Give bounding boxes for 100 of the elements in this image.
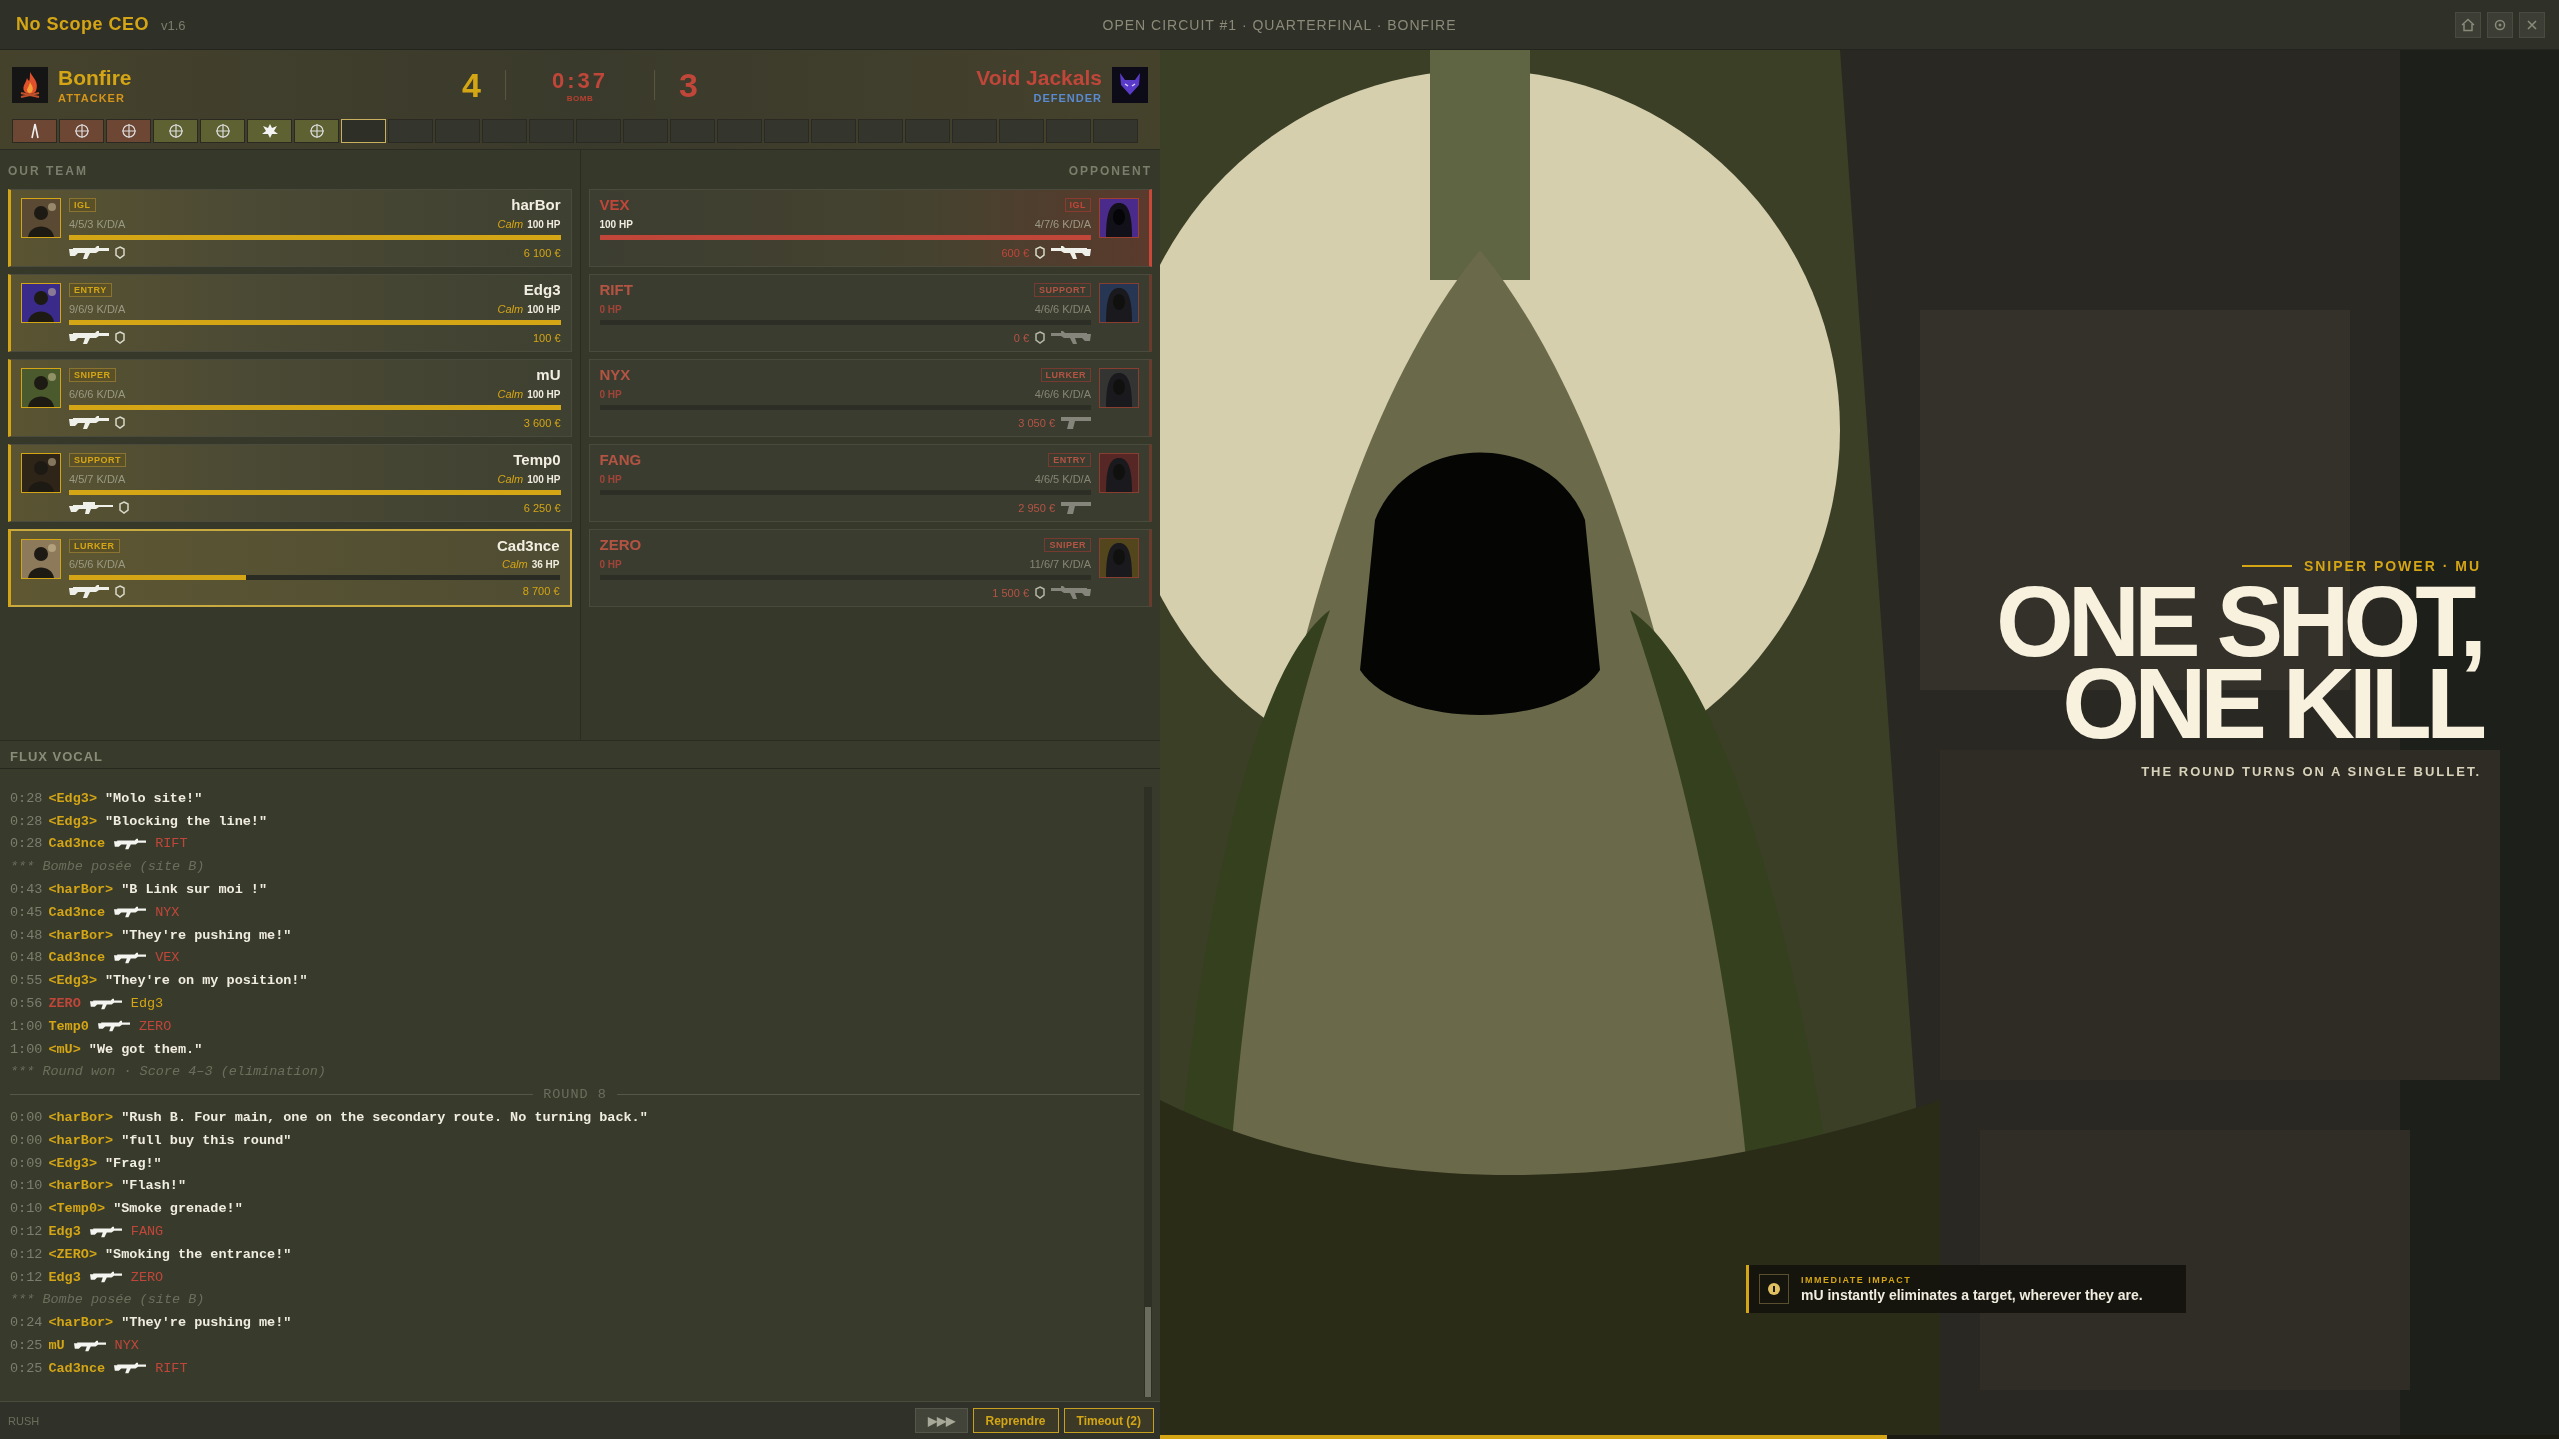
money-amount: 3 050 € xyxy=(1018,416,1055,429)
role-tag: SNIPER xyxy=(69,367,116,382)
victim-name: NYX xyxy=(155,904,180,920)
timestamp: 1:00 xyxy=(10,1018,43,1034)
speaker-name: <harBor> xyxy=(48,1315,114,1331)
section-heading: OUR TEAM xyxy=(8,164,88,178)
footer-button[interactable]: Reprendre xyxy=(972,1408,1059,1433)
hp-value: 36 HP xyxy=(531,559,560,571)
player-card[interactable]: ENTRY Edg3 9/6/9 K/D/A Calm 100 HP 100 € xyxy=(8,274,572,352)
rifle-icon xyxy=(88,1271,123,1284)
player-card[interactable]: SNIPER mU 6/6/6 K/D/A Calm 100 HP 3 600 € xyxy=(8,359,572,437)
footer-button[interactable]: Timeout (2) xyxy=(1063,1408,1154,1433)
player-name: Edg3 xyxy=(523,281,561,298)
player-name: Temp0 xyxy=(513,451,561,468)
flame-logo-icon xyxy=(12,67,48,103)
speaker-name: <harBor> xyxy=(48,1132,114,1148)
rifle-icon xyxy=(72,1339,107,1352)
settings-icon xyxy=(2493,17,2507,32)
wolf-logo-icon xyxy=(1112,67,1148,103)
hp-value: 100 HP xyxy=(527,219,561,230)
speaker-name: <ZERO> xyxy=(48,1246,97,1262)
hp-value: 0 HP xyxy=(599,558,622,570)
timestamp: 0:25 xyxy=(10,1338,43,1353)
round-timer: 0:37 xyxy=(551,67,608,94)
timestamp: 0:28 xyxy=(10,836,43,852)
hp-value: 100 HP xyxy=(599,218,633,230)
killer-name: Cad3nce xyxy=(48,836,106,852)
speaker-name: <harBor> xyxy=(48,1110,114,1126)
home-button[interactable] xyxy=(2455,11,2481,38)
pliers-icon xyxy=(29,123,40,139)
money-amount: 2 950 € xyxy=(1018,501,1055,514)
money-amount: 1 500 € xyxy=(992,586,1029,599)
money-amount: 3 600 € xyxy=(523,416,561,429)
rifle-icon xyxy=(88,1225,123,1238)
chat-message: "B Link sur moi !" xyxy=(121,882,268,898)
timestamp: 0:25 xyxy=(10,1360,43,1376)
player-card[interactable]: IGL harBor 4/5/3 K/D/A Calm 100 HP 6 100 € xyxy=(8,189,572,267)
rifle-icon xyxy=(113,838,148,850)
crosshair-icon xyxy=(73,123,90,139)
victim-name: ZERO xyxy=(138,1018,172,1034)
team-name: Void Jackals xyxy=(976,66,1102,90)
speaker-name: <Temp0> xyxy=(48,1201,106,1217)
hp-value: 0 HP xyxy=(599,303,622,315)
mood-label: Calm xyxy=(497,388,524,400)
player-card[interactable]: LURKER Cad3nce 6/5/6 K/D/A Calm 36 HP 8 700 € xyxy=(8,529,572,607)
killer-name: Temp0 xyxy=(48,1018,89,1034)
kda-stat: 4/5/3 K/D/A xyxy=(69,218,126,230)
victim-name: ZERO xyxy=(130,1269,164,1285)
chat-message: "They're pushing me!" xyxy=(121,927,292,943)
role-tag: IGL xyxy=(69,197,96,212)
role-tag: ENTRY xyxy=(69,282,112,297)
speaker-name: <harBor> xyxy=(48,927,114,943)
player-name: FANG xyxy=(599,451,642,468)
money-amount: 6 100 € xyxy=(523,246,561,259)
timestamp: 0:12 xyxy=(10,1224,43,1240)
rifle-icon xyxy=(69,584,109,599)
crosshair-icon xyxy=(214,123,231,139)
hp-value: 100 HP xyxy=(527,389,561,400)
section-heading: FLUX VOCAL xyxy=(10,749,104,764)
home-icon xyxy=(2461,17,2475,32)
kda-stat: 4/5/7 K/D/A xyxy=(69,473,126,485)
victim-name: VEX xyxy=(155,950,180,966)
role-tag: LURKER xyxy=(69,538,120,553)
footer-button[interactable]: ▶▶▶ xyxy=(914,1408,968,1433)
rifle-icon xyxy=(69,330,109,345)
money-amount: 100 € xyxy=(532,331,561,344)
scrollbar-thumb[interactable] xyxy=(1145,1307,1151,1397)
kda-stat: 6/6/6 K/D/A xyxy=(69,388,126,400)
power-tagline: THE ROUND TURNS ON A SINGLE BULLET. xyxy=(2141,764,2481,779)
round-phase: BOMB xyxy=(566,93,594,103)
close-button[interactable] xyxy=(2519,11,2545,38)
kda-stat: 4/6/6 K/D/A xyxy=(1034,303,1091,315)
impact-description: mU instantly eliminates a target, wherever they are. xyxy=(1801,1287,2143,1303)
impact-label: IMMEDIATE IMPACT xyxy=(1801,1275,1913,1285)
rifle-icon xyxy=(1051,330,1091,345)
rifle-icon xyxy=(113,1362,148,1375)
kda-stat: 11/6/7 K/D/A xyxy=(1029,558,1091,570)
app-title: No Scope CEO xyxy=(16,14,150,35)
role-tag: LURKER xyxy=(1040,367,1091,382)
timestamp: 0:00 xyxy=(10,1110,43,1126)
killer-name: Edg3 xyxy=(48,1224,81,1240)
info-icon xyxy=(1759,1274,1789,1304)
timestamp: 0:45 xyxy=(10,904,43,920)
player-card[interactable]: SUPPORT Temp0 4/5/7 K/D/A Calm 100 HP 6 250 € xyxy=(8,444,572,522)
timestamp: 0:12 xyxy=(10,1246,43,1262)
chat-message: "Smoke grenade!" xyxy=(113,1201,243,1217)
pistol-icon xyxy=(1061,500,1091,515)
hp-value: 100 HP xyxy=(527,304,561,315)
team-side: DEFENDER xyxy=(1033,92,1102,104)
killer-name: mU xyxy=(48,1338,65,1353)
app-version: v1.6 xyxy=(161,18,186,33)
section-heading: OPPONENT xyxy=(1068,164,1152,178)
role-tag: SUPPORT xyxy=(69,452,126,467)
timestamp: 0:10 xyxy=(10,1201,43,1217)
scrollbar[interactable] xyxy=(1144,787,1152,1397)
speaker-name: <Edg3> xyxy=(48,790,97,806)
mood-label: Calm xyxy=(497,303,524,315)
settings-button[interactable] xyxy=(2487,11,2513,38)
timestamp: 0:55 xyxy=(10,973,43,989)
player-name: NYX xyxy=(599,366,631,383)
